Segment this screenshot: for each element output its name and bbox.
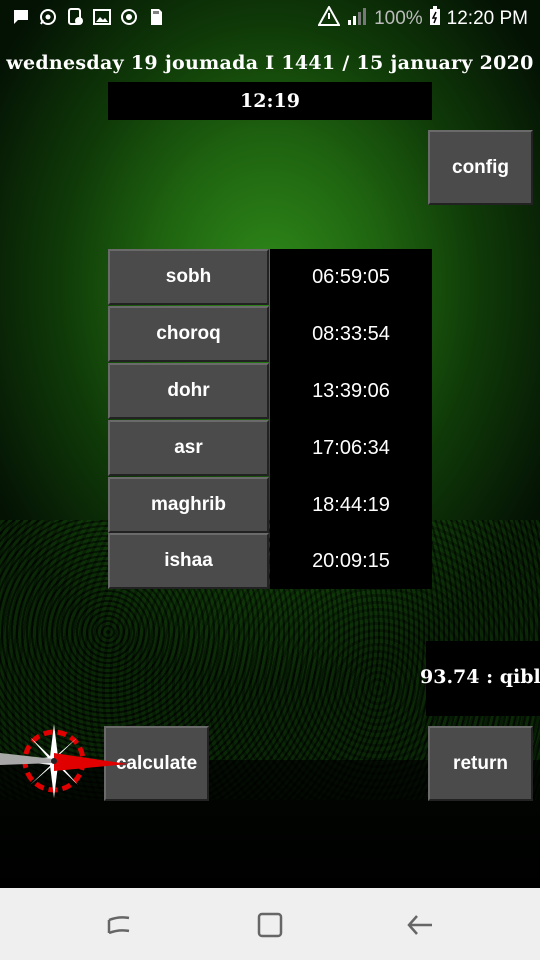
compass-icon: [0, 724, 128, 798]
prayer-time-choroq: 08:33:54: [312, 322, 390, 345]
status-time: 12:20 PM: [446, 8, 528, 29]
prayer-row-maghrib: maghrib 18:44:19: [108, 477, 432, 533]
prayer-time-maghrib: 18:44:19: [312, 493, 390, 516]
prayer-times-table: sobh 06:59:05 choroq 08:33:54 dohr 13:39…: [108, 249, 432, 589]
battery-icon: [429, 6, 441, 32]
back-icon[interactable]: [405, 910, 435, 940]
prayer-button-maghrib[interactable]: maghrib: [108, 477, 269, 533]
qibla-value: 93.74 : qibla: [420, 666, 540, 688]
whatsapp-icon: [39, 8, 57, 26]
recents-icon[interactable]: [104, 910, 134, 940]
status-bar: 100% 12:20 PM: [0, 0, 540, 36]
sync-icon: [120, 8, 138, 26]
prayer-time-asr: 17:06:34: [312, 436, 390, 459]
prayer-button-ishaa[interactable]: ishaa: [108, 533, 269, 589]
clock-time: 12:19: [240, 90, 300, 112]
prayer-row-sobh: sobh 06:59:05: [108, 249, 432, 305]
prayer-row-dohr: dohr 13:39:06: [108, 363, 432, 419]
config-button[interactable]: config: [428, 130, 533, 205]
sd-card-icon: [147, 8, 165, 26]
signal-icon: [346, 6, 368, 32]
prayer-time-sobh: 06:59:05: [312, 265, 390, 288]
date-line: wednesday 19 joumada I 1441 / 15 january…: [6, 52, 534, 74]
gallery-icon: [93, 8, 111, 26]
prayer-button-sobh[interactable]: sobh: [108, 249, 269, 305]
return-button[interactable]: return: [428, 726, 533, 801]
prayer-button-asr[interactable]: asr: [108, 420, 269, 476]
settings-app-icon: [66, 8, 84, 26]
prayer-button-choroq[interactable]: choroq: [108, 306, 269, 362]
prayer-row-asr: asr 17:06:34: [108, 420, 432, 476]
clock-display: 12:19: [108, 82, 432, 120]
prayer-time-dohr: 13:39:06: [312, 379, 390, 402]
home-icon[interactable]: [255, 910, 285, 940]
prayer-time-ishaa: 20:09:15: [312, 549, 390, 572]
prayer-row-ishaa: ishaa 20:09:15: [108, 533, 432, 589]
data-saver-icon: [317, 4, 341, 32]
prayer-button-dohr[interactable]: dohr: [108, 363, 269, 419]
navigation-bar: [0, 888, 540, 960]
prayer-row-choroq: choroq 08:33:54: [108, 306, 432, 362]
battery-percent: 100%: [374, 8, 423, 29]
message-icon: [12, 8, 30, 26]
